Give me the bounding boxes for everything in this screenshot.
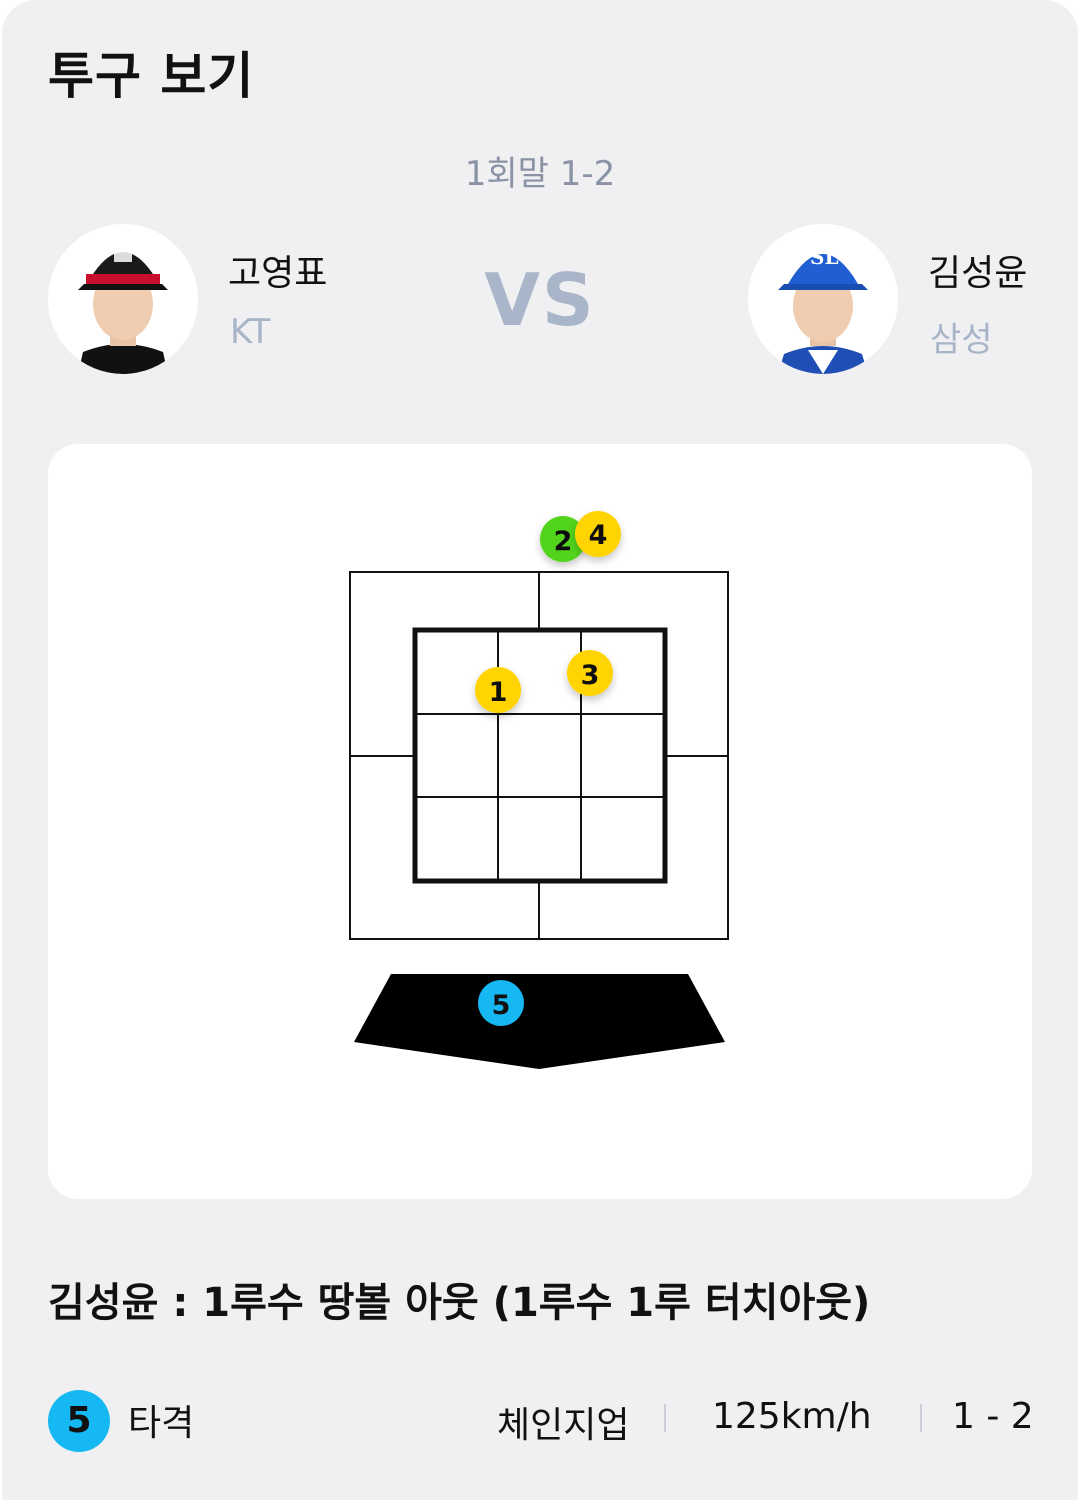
pitch-number-badge: 5 bbox=[48, 1390, 110, 1452]
pitch-type: 체인지업 bbox=[497, 1405, 630, 1446]
inning-count: 1회말 1-2 bbox=[464, 154, 616, 194]
pitcher-avatar[interactable] bbox=[48, 224, 198, 374]
batter-photo: SL bbox=[748, 224, 898, 374]
pitcher-photo bbox=[48, 224, 198, 374]
pitch-speed: 125km/h bbox=[712, 1396, 872, 1437]
pitch-marker-3[interactable]: 3 bbox=[567, 650, 613, 696]
home-plate bbox=[354, 974, 725, 1069]
pitch-marker-5-label: 5 bbox=[492, 990, 511, 1021]
strike-zone-card: 2 4 1 3 5 bbox=[48, 444, 1032, 1199]
batter-name: 김성윤 bbox=[928, 253, 1028, 294]
batter-team: 삼성 bbox=[930, 320, 993, 360]
divider bbox=[664, 1404, 666, 1432]
svg-text:SL: SL bbox=[810, 245, 839, 269]
vs-label: VS bbox=[484, 258, 596, 342]
strike-zone-chart: 2 4 1 3 5 bbox=[349, 511, 729, 1069]
pitch-marker-4[interactable]: 4 bbox=[575, 511, 621, 557]
pitcher-team: KT bbox=[230, 312, 271, 352]
pitch-marker-3-label: 3 bbox=[581, 660, 600, 691]
play-result: 김성윤 : 1루수 땅볼 아웃 (1루수 1루 터치아웃) bbox=[48, 1280, 871, 1326]
page-title: 투구 보기 bbox=[48, 47, 255, 105]
divider bbox=[920, 1404, 922, 1432]
pitch-marker-2-label: 2 bbox=[554, 526, 573, 557]
pitch-marker-1[interactable]: 1 bbox=[475, 667, 521, 713]
pitch-marker-1-label: 1 bbox=[489, 677, 508, 708]
batter-avatar[interactable]: SL bbox=[748, 224, 898, 374]
ball-strike-count: 1 - 2 bbox=[952, 1396, 1034, 1437]
pitch-marker-5[interactable]: 5 bbox=[478, 980, 524, 1026]
pitcher-name: 고영표 bbox=[228, 253, 328, 294]
inner-strike-zone bbox=[412, 627, 668, 884]
pitch-marker-4-label: 4 bbox=[589, 520, 608, 551]
pitch-result-label: 타격 bbox=[128, 1403, 195, 1444]
